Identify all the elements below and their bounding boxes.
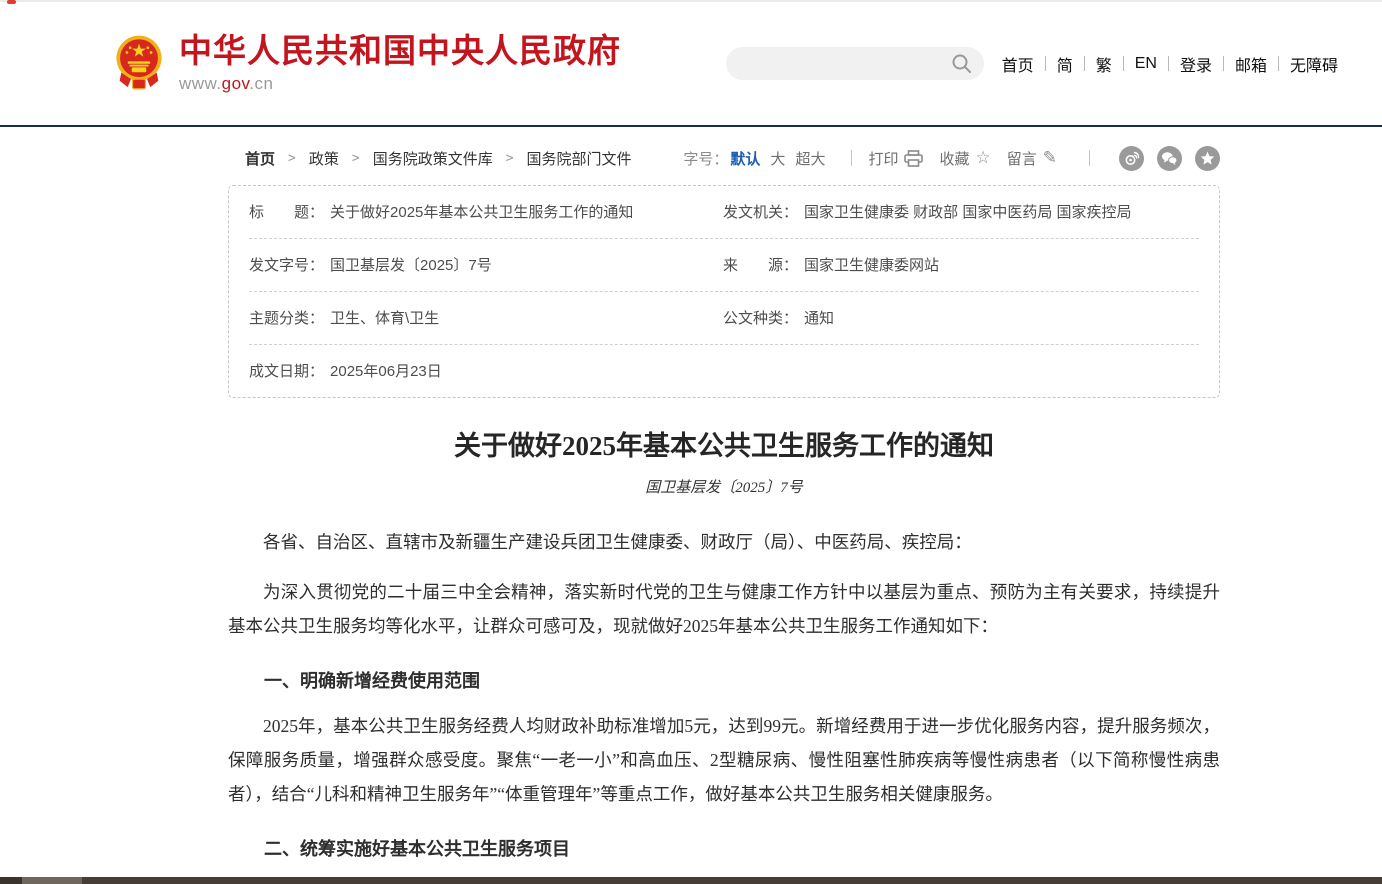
comment-label: 留言 — [1007, 148, 1037, 169]
article-salutation: 各省、自治区、直辖市及新疆生产建设兵团卫生健康委、财政厅（局）、中医药局、疾控局… — [228, 525, 1220, 559]
comment-button[interactable]: 留言 ✎ — [1007, 148, 1057, 169]
meta-category-label: 主题分类： — [249, 307, 324, 328]
article-heading-1: 一、明确新增经费使用范围 — [228, 667, 1220, 693]
meta-doctype-cell: 公文种类： 通知 — [723, 307, 1199, 328]
bottom-bar-segment-dark — [0, 877, 22, 884]
share-favorite-button[interactable] — [1195, 146, 1220, 171]
site-url: www.gov.cn — [179, 74, 621, 94]
chevron-right-icon: > — [288, 151, 296, 166]
nav-login[interactable]: 登录 — [1180, 52, 1212, 76]
nav-simplified[interactable]: 简 — [1057, 52, 1073, 76]
meta-number-cell: 发文字号： 国卫基层发〔2025〕7号 — [249, 254, 723, 275]
search-box — [726, 47, 984, 80]
nav-divider — [1084, 56, 1085, 71]
meta-category-value: 卫生、体育\卫生 — [330, 307, 439, 328]
share-wechat-button[interactable] — [1157, 146, 1182, 171]
font-size-default-button[interactable]: 默认 — [730, 148, 760, 169]
nav-english[interactable]: EN — [1135, 55, 1157, 73]
meta-title-cell: 标 题： 关于做好2025年基本公共卫生服务工作的通知 — [249, 201, 723, 222]
meta-empty-cell — [723, 360, 1199, 381]
meta-number-label: 发文字号： — [249, 254, 324, 275]
meta-source-cell: 来 源： 国家卫生健康委网站 — [723, 254, 1199, 275]
search-input[interactable] — [726, 47, 931, 80]
meta-date-value: 2025年06月23日 — [330, 360, 442, 381]
meta-source-value: 国家卫生健康委网站 — [804, 254, 939, 275]
collect-label: 收藏 — [939, 148, 969, 169]
article-paragraph-intro: 为深入贯彻党的二十届三中全会精神，落实新时代党的卫生与健康工作方针中以基层为重点… — [228, 575, 1220, 643]
main-content: 首页 > 政策 > 国务院政策文件库 > 国务院部门文件 字号： 默认 大 超大… — [228, 144, 1220, 884]
font-size-xlarge-button[interactable]: 超大 — [795, 148, 825, 169]
nav-divider — [1168, 56, 1169, 71]
site-logo[interactable]: 中华人民共和国中央人民政府 www.gov.cn — [113, 33, 621, 93]
font-size-label: 字号： — [683, 148, 728, 169]
document-metadata-box: 标 题： 关于做好2025年基本公共卫生服务工作的通知 发文机关： 国家卫生健康… — [228, 185, 1220, 398]
meta-row-date: 成文日期： 2025年06月23日 — [249, 345, 1199, 397]
toolbar-divider — [851, 150, 852, 166]
meta-doctype-value: 通知 — [804, 307, 834, 328]
nav-divider — [1123, 56, 1124, 71]
breadcrumb-dept-documents[interactable]: 国务院部门文件 — [527, 148, 632, 169]
meta-agency-label: 发文机关： — [723, 201, 798, 222]
print-button[interactable]: 打印 — [868, 148, 923, 169]
meta-agency-cell: 发文机关： 国家卫生健康委 财政部 国家中医药局 国家疾控局 — [723, 201, 1199, 222]
meta-row-number-source: 发文字号： 国卫基层发〔2025〕7号 来 源： 国家卫生健康委网站 — [249, 239, 1199, 292]
site-title: 中华人民共和国中央人民政府 — [179, 33, 621, 69]
meta-category-cell: 主题分类： 卫生、体育\卫生 — [249, 307, 723, 328]
article-heading-2: 二、统筹实施好基本公共卫生服务项目 — [228, 835, 1220, 861]
breadcrumb-home[interactable]: 首页 — [245, 148, 275, 169]
article: 关于做好2025年基本公共卫生服务工作的通知 国卫基层发〔2025〕7号 各省、… — [228, 424, 1220, 884]
nav-mail[interactable]: 邮箱 — [1235, 52, 1267, 76]
breadcrumb: 首页 > 政策 > 国务院政策文件库 > 国务院部门文件 — [228, 148, 632, 169]
article-paragraph-section-1: 2025年，基本公共卫生服务经费人均财政补助标准增加5元，达到99元。新增经费用… — [228, 709, 1220, 811]
document-toolbar: 字号： 默认 大 超大 打印 收藏 ☆ 留言 ✎ — [683, 146, 1220, 171]
article-doc-number: 国卫基层发〔2025〕7号 — [228, 476, 1220, 497]
header-divider-line — [0, 125, 1382, 127]
wechat-icon — [1161, 151, 1178, 166]
bottom-bar-segment-light — [22, 877, 82, 884]
meta-source-label: 来 源： — [723, 254, 798, 275]
chevron-right-icon: > — [506, 151, 514, 166]
collect-button[interactable]: 收藏 ☆ — [939, 148, 990, 169]
breadcrumb-policy-library[interactable]: 国务院政策文件库 — [373, 148, 493, 169]
meta-doctype-label: 公文种类： — [723, 307, 798, 328]
breadcrumb-policy[interactable]: 政策 — [309, 148, 339, 169]
bottom-edge-bar — [0, 877, 1382, 884]
meta-date-label: 成文日期： — [249, 360, 324, 381]
meta-title-label: 标 题： — [249, 201, 324, 222]
font-size-large-button[interactable]: 大 — [770, 148, 785, 169]
nav-divider — [1278, 56, 1279, 71]
search-icon[interactable] — [951, 53, 972, 74]
url-cn: .cn — [249, 74, 273, 93]
national-emblem-icon — [113, 34, 165, 92]
nav-traditional[interactable]: 繁 — [1096, 52, 1112, 76]
top-nav: 首页 简 繁 EN 登录 邮箱 无障碍 — [1002, 52, 1338, 76]
meta-row-title-agency: 标 题： 关于做好2025年基本公共卫生服务工作的通知 发文机关： 国家卫生健康… — [249, 186, 1199, 239]
window-top-strip — [0, 0, 1382, 2]
weibo-icon — [1124, 151, 1140, 166]
chevron-right-icon: > — [352, 151, 360, 166]
pencil-icon: ✎ — [1043, 148, 1057, 168]
url-www: www. — [179, 74, 222, 93]
recording-dot — [7, 0, 16, 4]
star-badge-icon — [1200, 151, 1215, 166]
share-weibo-button[interactable] — [1119, 146, 1144, 171]
meta-number-value: 国卫基层发〔2025〕7号 — [330, 254, 492, 275]
meta-row-category-type: 主题分类： 卫生、体育\卫生 公文种类： 通知 — [249, 292, 1199, 345]
nav-divider — [1223, 56, 1224, 71]
nav-home[interactable]: 首页 — [1002, 52, 1034, 76]
url-gov: gov — [222, 74, 250, 93]
print-label: 打印 — [868, 148, 898, 169]
meta-agency-value: 国家卫生健康委 财政部 国家中医药局 国家疾控局 — [804, 201, 1132, 222]
meta-date-cell: 成文日期： 2025年06月23日 — [249, 360, 723, 381]
printer-icon — [904, 150, 923, 167]
nav-accessibility[interactable]: 无障碍 — [1290, 52, 1338, 76]
toolbar-divider — [1089, 150, 1090, 166]
nav-divider — [1045, 56, 1046, 71]
meta-title-value: 关于做好2025年基本公共卫生服务工作的通知 — [330, 201, 633, 222]
star-outline-icon: ☆ — [975, 148, 990, 168]
site-header: 中华人民共和国中央人民政府 www.gov.cn 首页 简 繁 EN 登录 邮箱… — [0, 2, 1382, 125]
breadcrumb-toolbar-row: 首页 > 政策 > 国务院政策文件库 > 国务院部门文件 字号： 默认 大 超大… — [228, 144, 1220, 172]
article-title: 关于做好2025年基本公共卫生服务工作的通知 — [228, 424, 1220, 463]
